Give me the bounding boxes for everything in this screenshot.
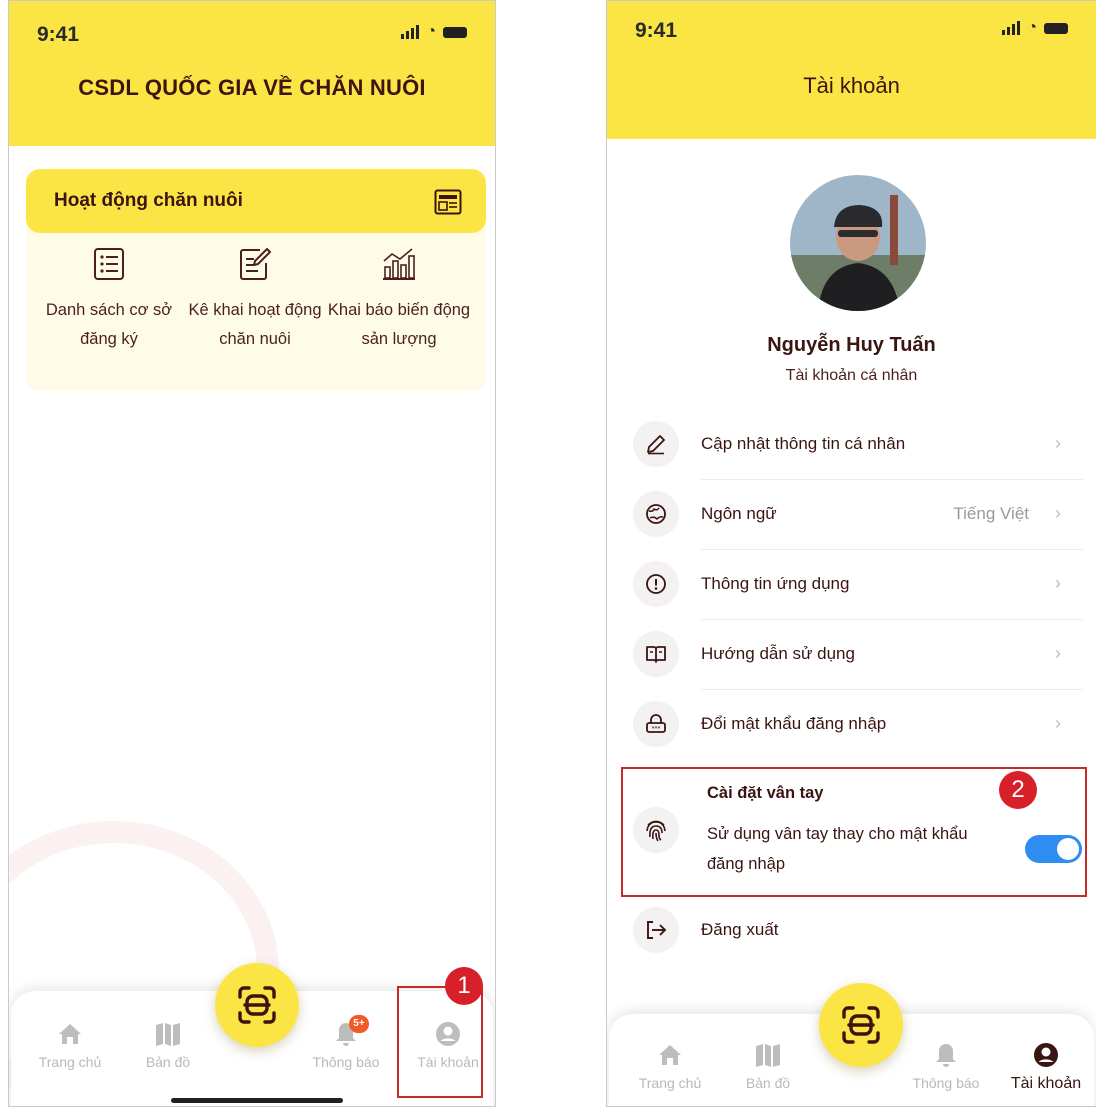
account-type: Tài khoản cá nhân <box>785 367 918 384</box>
status-icons: ◔ <box>1002 19 1068 36</box>
nav-account-label: Tài khoản <box>1010 1075 1082 1092</box>
home-screen: 9:41 ◔ CSDL QUỐC GIA VỀ CHĂN NUÔI Hoạt đ… <box>8 0 496 1107</box>
chevron-right-icon: › <box>1055 643 1061 663</box>
menu-language[interactable]: Ngôn ngữ Tiếng Việt › <box>633 480 1083 550</box>
status-time: 9:41 <box>635 19 678 42</box>
language-value: Tiếng Việt <box>953 504 1029 523</box>
signal-icon <box>1002 21 1021 35</box>
globe-icon <box>646 504 666 524</box>
grid-item-label: Danh sách cơ sở đăng ký <box>45 301 173 348</box>
newspaper-icon[interactable] <box>434 189 462 215</box>
registered-facilities-item[interactable]: Danh sách cơ sở đăng ký <box>34 247 184 354</box>
declare-activity-item[interactable]: Kê khai hoạt động chăn nuôi <box>180 247 330 354</box>
account-screen: 9:41 ◔ Tài khoản Nguyễn Huy Tuấn Tài kho… <box>606 0 1096 1107</box>
scan-button[interactable] <box>215 963 299 1047</box>
page-title: Tài khoản <box>803 73 900 98</box>
activity-card-title: Hoạt động chăn nuôi <box>54 190 243 211</box>
menu-label: Cập nhật thông tin cá nhân <box>701 434 906 453</box>
pencil-icon <box>647 435 665 455</box>
chevron-right-icon: › <box>1055 713 1061 733</box>
nav-notifications-label: Thông báo <box>912 1075 980 1091</box>
home-icon <box>659 1045 681 1065</box>
livestock-activity-card: Hoạt động chăn nuôi Danh sách cơ sở đăng… <box>26 169 486 391</box>
status-time: 9:41 <box>37 23 80 46</box>
scan-icon <box>842 1006 880 1044</box>
nav-map-label: Bản đồ <box>745 1075 791 1091</box>
bell-icon <box>936 1044 956 1067</box>
menu-logout[interactable]: Đăng xuất <box>633 896 1083 966</box>
grid-item-label: Kê khai hoạt động chăn nuôi <box>188 301 322 348</box>
nav-home[interactable]: Trang chủ <box>625 1042 715 1091</box>
scan-icon <box>238 986 276 1024</box>
battery-icon <box>1044 22 1068 34</box>
step-1-badge: 1 <box>445 967 483 1005</box>
notification-badge: 5+ <box>349 1015 369 1033</box>
user-name: Nguyễn Huy Tuấn <box>767 334 936 356</box>
signal-icon <box>401 25 420 39</box>
menu-user-guide[interactable]: Hướng dẫn sử dụng › <box>633 620 1083 690</box>
app-header: 9:41 ◔ Tài khoản <box>607 1 1096 139</box>
activity-card-header: Hoạt động chăn nuôi <box>26 169 486 233</box>
menu-update-info[interactable]: Cập nhật thông tin cá nhân › <box>633 410 1083 480</box>
nav-home-label: Trang chủ <box>638 1075 702 1091</box>
info-icon <box>646 574 666 594</box>
wifi-icon: ◔ <box>426 23 436 40</box>
nav-notifications[interactable]: Thông báo <box>901 1042 991 1091</box>
home-icon <box>59 1024 81 1044</box>
chevron-right-icon: › <box>1055 573 1061 593</box>
nav-notifications[interactable]: 5+ Thông báo <box>301 1015 391 1070</box>
menu-label: Ngôn ngữ <box>701 504 777 523</box>
edit-document-icon <box>240 248 271 280</box>
account-circle-icon <box>1034 1043 1058 1067</box>
nav-account[interactable]: Tài khoản <box>1001 1042 1091 1093</box>
chevron-right-icon: › <box>1055 503 1061 523</box>
menu-app-info[interactable]: Thông tin ứng dụng › <box>633 550 1083 620</box>
menu-change-password[interactable]: *** Đổi mật khẩu đăng nhập › <box>633 690 1083 760</box>
nav-map-label: Bản đồ <box>145 1054 191 1070</box>
wifi-icon: ◔ <box>1027 19 1037 36</box>
nav-map[interactable]: Bản đồ <box>123 1021 213 1070</box>
book-icon <box>646 646 666 663</box>
avatar[interactable] <box>790 175 926 311</box>
menu-label: Hướng dẫn sử dụng <box>701 644 855 663</box>
avatar-photo <box>790 175 926 311</box>
menu-label: Đổi mật khẩu đăng nhập <box>701 714 887 733</box>
grid-item-label: Khai báo biến động sản lượng <box>327 301 471 348</box>
nav-map[interactable]: Bản đồ <box>723 1042 813 1091</box>
battery-icon <box>443 26 467 38</box>
list-icon <box>94 248 124 280</box>
production-change-item[interactable]: Khai báo biến động sản lượng <box>324 247 474 354</box>
chevron-right-icon: › <box>1055 433 1061 453</box>
logout-icon <box>647 921 667 939</box>
map-icon <box>156 1023 180 1046</box>
app-header: 9:41 ◔ CSDL QUỐC GIA VỀ CHĂN NUÔI <box>9 1 495 146</box>
nav-notifications-label: Thông báo <box>312 1054 380 1070</box>
status-icons: ◔ <box>401 23 467 40</box>
menu-label: Thông tin ứng dụng <box>701 574 850 593</box>
map-icon <box>756 1044 780 1067</box>
nav-home-label: Trang chủ <box>38 1054 102 1070</box>
nav-home[interactable]: Trang chủ <box>25 1021 115 1070</box>
svg-text:***: *** <box>652 726 661 733</box>
scan-button[interactable] <box>819 983 903 1067</box>
page-title: CSDL QUỐC GIA VỀ CHĂN NUÔI <box>78 75 426 100</box>
step-2-badge: 2 <box>999 771 1037 809</box>
bar-chart-icon <box>383 248 415 280</box>
menu-label: Đăng xuất <box>701 920 779 939</box>
lock-icon: *** <box>646 714 666 733</box>
home-indicator <box>171 1098 343 1103</box>
